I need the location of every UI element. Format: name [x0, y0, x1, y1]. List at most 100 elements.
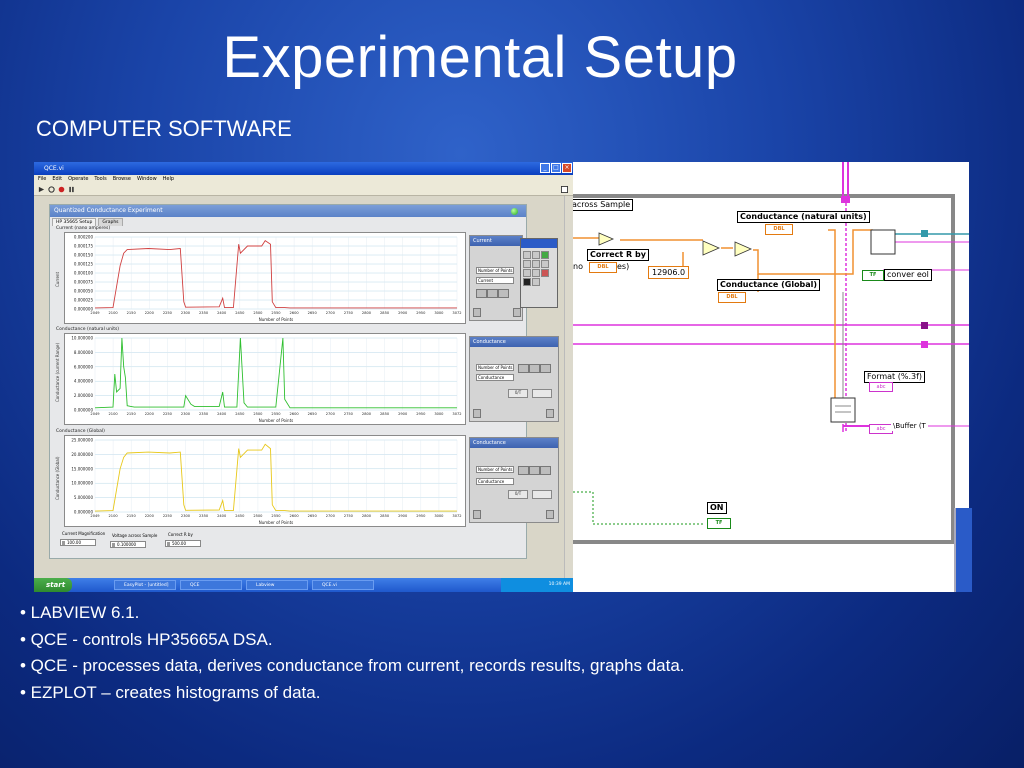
pause-icon[interactable] — [68, 186, 75, 193]
menu-file[interactable]: File — [38, 175, 46, 184]
string-indicator[interactable]: abc — [869, 424, 893, 434]
coloring-tool-icon[interactable] — [523, 278, 531, 286]
experiment-panel-title: Quantized Conductance Experiment — [50, 205, 526, 217]
legend-left-button[interactable] — [473, 409, 481, 418]
menu-help[interactable]: Help — [163, 175, 174, 184]
x-tick-label: 2150 — [127, 514, 137, 518]
taskbar-item-qce-folder[interactable]: QCE — [180, 580, 242, 590]
legend-x-field[interactable]: Number of Points — [476, 364, 514, 371]
legend-x-field[interactable]: Number of Points — [476, 267, 514, 274]
bullet-item: • QCE - controls HP35665A DSA. — [20, 629, 273, 649]
correct-r-input[interactable]: 500.00 — [165, 540, 201, 547]
conductance-graph[interactable]: 10.000000 8.000000 6.000000 4.000000 2.00000… — [64, 333, 466, 425]
legend-plot-sample[interactable] — [532, 490, 552, 499]
current-graph[interactable]: 0.000200 0.000175 0.000150 0.000125 0.000100… — [64, 232, 466, 324]
legend-cursor-button[interactable] — [540, 364, 551, 373]
legend-right-button[interactable] — [546, 409, 554, 418]
write-file-icon — [870, 229, 896, 255]
shortcut-tool-icon[interactable] — [532, 260, 540, 268]
legend-plot-sample[interactable] — [532, 389, 552, 398]
legend-right-button[interactable] — [546, 510, 554, 519]
format-string-constant[interactable]: abc — [869, 382, 893, 392]
scroll-tool-icon[interactable] — [541, 260, 549, 268]
x-tick-label: 2200 — [145, 412, 155, 416]
voltage-across-sample-input[interactable]: 0.100000 — [110, 541, 146, 548]
slide-subtitle: COMPUTER SOFTWARE — [36, 116, 292, 141]
probe-tool-icon[interactable] — [532, 269, 540, 277]
breakpoint-tool-icon[interactable] — [523, 269, 531, 277]
control-label: Voltage across Sample — [112, 533, 158, 538]
legend-left-button[interactable] — [473, 308, 481, 317]
y-tick-label: 0.000100 — [74, 271, 94, 276]
legend-cursor-button[interactable] — [540, 466, 551, 475]
graph-conductance-ylabel: Conductance (current Range) — [55, 342, 60, 402]
global-conductance-graph[interactable]: 25.000000 20.000000 15.000000 10.000000 5.00… — [64, 435, 466, 527]
legend-y-field[interactable]: Conductance — [476, 374, 514, 381]
minimize-icon[interactable]: _ — [540, 163, 550, 173]
control-label: Correct R by — [168, 532, 193, 537]
conductance-global-indicator[interactable]: DBL — [718, 292, 746, 303]
x-tick-label: 2250 — [163, 412, 173, 416]
position-tool-icon[interactable] — [532, 251, 540, 259]
close-icon[interactable]: × — [562, 163, 572, 173]
y-tick-label: 4.000000 — [74, 379, 94, 384]
boolean-constant[interactable]: TF — [862, 270, 884, 281]
tab-graphs[interactable]: Graphs — [98, 218, 123, 226]
current-magnification-input[interactable]: 100.00 — [60, 539, 96, 546]
legend-scale-indicator[interactable]: 0/T — [508, 490, 528, 499]
tools-palette-titlebar[interactable] — [521, 239, 557, 248]
legend-left-button[interactable] — [473, 510, 481, 519]
x-tick-label: 2550 — [271, 412, 281, 416]
operate-tool-icon[interactable] — [523, 251, 531, 259]
legend-x-field[interactable]: Number of Points — [476, 466, 514, 473]
x-tick-label: 2450 — [235, 412, 245, 416]
x-tick-label: 2100 — [109, 514, 119, 518]
label-tool-icon[interactable] — [541, 251, 549, 259]
menu-edit[interactable]: Edit — [52, 175, 62, 184]
legend-zoom-button[interactable] — [476, 289, 487, 298]
legend-zoom-button[interactable] — [518, 466, 529, 475]
abort-icon[interactable] — [58, 186, 65, 193]
x-tick-label: 2049 — [90, 412, 100, 416]
x-tick-label: 2950 — [416, 311, 426, 315]
menu-browse[interactable]: Browse — [113, 175, 131, 184]
conver-eol-label: conver eol — [884, 269, 932, 281]
menu-window[interactable]: Window — [137, 175, 157, 184]
window-titlebar[interactable]: QCE.vi _ □ × — [34, 162, 573, 175]
color-copy-tool-icon[interactable] — [541, 269, 549, 277]
x-tick-label: 2800 — [362, 514, 372, 518]
taskbar-item-qce-vi[interactable]: QCE.vi — [312, 580, 374, 590]
legend-pan-button[interactable] — [529, 466, 540, 475]
multiply-node-icon — [598, 232, 615, 246]
correct-r-control[interactable]: DBL — [589, 262, 617, 273]
brush-tool-icon[interactable] — [532, 278, 540, 286]
legend-y-field[interactable]: Conductance — [476, 478, 514, 485]
graph-conductance-title: Conductance (natural units) — [56, 327, 120, 332]
wiring-tool-icon[interactable] — [523, 260, 531, 268]
tunnel-icon — [921, 322, 928, 329]
menu-tools[interactable]: Tools — [94, 175, 106, 184]
vertical-scrollbar[interactable] — [564, 196, 573, 578]
legend-y-field[interactable]: Current — [476, 277, 514, 284]
taskbar-item-easyplot[interactable]: EasyPlot - [untitled] — [114, 580, 176, 590]
x-tick-label: 2750 — [344, 514, 354, 518]
legend-cursor-button[interactable] — [498, 289, 509, 298]
bullet-item: • QCE - processes data, derives conducta… — [20, 656, 685, 675]
experiment-panel: Quantized Conductance Experiment HP 3566… — [49, 204, 559, 559]
legend-scale-indicator[interactable]: 0/T — [508, 389, 528, 398]
conductance-natural-indicator[interactable]: DBL — [765, 224, 793, 235]
legend-pan-button[interactable] — [529, 364, 540, 373]
legend-right-button[interactable] — [513, 308, 521, 317]
legend-zoom-button[interactable] — [518, 364, 529, 373]
run-continuous-icon[interactable] — [48, 186, 55, 193]
tab-hp-setup[interactable]: HP 35665 Setup — [52, 218, 97, 226]
on-boolean-terminal[interactable]: TF — [707, 518, 731, 529]
run-arrow-icon[interactable] — [38, 186, 45, 193]
maximize-icon[interactable]: □ — [551, 163, 561, 173]
taskbar-item-labview[interactable]: Labview — [246, 580, 308, 590]
menu-operate[interactable]: Operate — [68, 175, 88, 184]
x-tick-label: 2500 — [253, 412, 263, 416]
legend-pan-button[interactable] — [487, 289, 498, 298]
start-button[interactable]: start — [34, 578, 72, 592]
numeric-constant[interactable]: 12906.0 — [648, 266, 690, 279]
